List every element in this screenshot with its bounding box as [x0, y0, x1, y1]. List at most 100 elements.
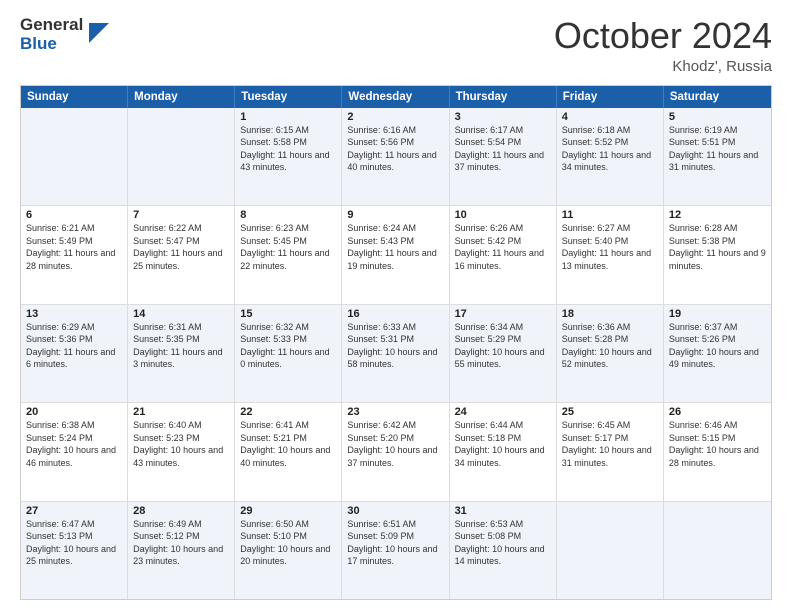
calendar-cell: 24Sunrise: 6:44 AMSunset: 5:18 PMDayligh… — [450, 403, 557, 500]
calendar-cell: 6Sunrise: 6:21 AMSunset: 5:49 PMDaylight… — [21, 206, 128, 303]
calendar-cell: 16Sunrise: 6:33 AMSunset: 5:31 PMDayligh… — [342, 305, 449, 402]
day-number: 16 — [347, 308, 443, 320]
calendar-cell: 3Sunrise: 6:17 AMSunset: 5:54 PMDaylight… — [450, 108, 557, 205]
day-number: 26 — [669, 406, 766, 418]
day-number: 21 — [133, 406, 229, 418]
calendar-cell: 8Sunrise: 6:23 AMSunset: 5:45 PMDaylight… — [235, 206, 342, 303]
day-number: 13 — [26, 308, 122, 320]
day-number: 29 — [240, 505, 336, 517]
cell-info: Sunrise: 6:49 AMSunset: 5:12 PMDaylight:… — [133, 518, 229, 568]
day-number: 3 — [455, 111, 551, 123]
calendar-cell: 10Sunrise: 6:26 AMSunset: 5:42 PMDayligh… — [450, 206, 557, 303]
cal-header-day: Monday — [128, 86, 235, 108]
cell-info: Sunrise: 6:23 AMSunset: 5:45 PMDaylight:… — [240, 222, 336, 272]
calendar-week-row: 1Sunrise: 6:15 AMSunset: 5:58 PMDaylight… — [21, 108, 771, 206]
calendar-cell: 17Sunrise: 6:34 AMSunset: 5:29 PMDayligh… — [450, 305, 557, 402]
cell-info: Sunrise: 6:22 AMSunset: 5:47 PMDaylight:… — [133, 222, 229, 272]
day-number: 11 — [562, 209, 658, 221]
cell-info: Sunrise: 6:15 AMSunset: 5:58 PMDaylight:… — [240, 124, 336, 174]
calendar-cell — [128, 108, 235, 205]
title-block: October 2024 Khodz', Russia — [554, 16, 772, 75]
day-number: 19 — [669, 308, 766, 320]
calendar-cell: 1Sunrise: 6:15 AMSunset: 5:58 PMDaylight… — [235, 108, 342, 205]
cell-info: Sunrise: 6:31 AMSunset: 5:35 PMDaylight:… — [133, 321, 229, 371]
calendar-header: SundayMondayTuesdayWednesdayThursdayFrid… — [21, 86, 771, 108]
cell-info: Sunrise: 6:41 AMSunset: 5:21 PMDaylight:… — [240, 419, 336, 469]
calendar-week-row: 20Sunrise: 6:38 AMSunset: 5:24 PMDayligh… — [21, 403, 771, 501]
cell-info: Sunrise: 6:42 AMSunset: 5:20 PMDaylight:… — [347, 419, 443, 469]
cell-info: Sunrise: 6:17 AMSunset: 5:54 PMDaylight:… — [455, 124, 551, 174]
cell-info: Sunrise: 6:29 AMSunset: 5:36 PMDaylight:… — [26, 321, 122, 371]
calendar-cell: 29Sunrise: 6:50 AMSunset: 5:10 PMDayligh… — [235, 502, 342, 599]
day-number: 23 — [347, 406, 443, 418]
calendar-cell: 12Sunrise: 6:28 AMSunset: 5:38 PMDayligh… — [664, 206, 771, 303]
cell-info: Sunrise: 6:47 AMSunset: 5:13 PMDaylight:… — [26, 518, 122, 568]
calendar-cell: 11Sunrise: 6:27 AMSunset: 5:40 PMDayligh… — [557, 206, 664, 303]
calendar-cell: 28Sunrise: 6:49 AMSunset: 5:12 PMDayligh… — [128, 502, 235, 599]
calendar-cell: 23Sunrise: 6:42 AMSunset: 5:20 PMDayligh… — [342, 403, 449, 500]
cell-info: Sunrise: 6:53 AMSunset: 5:08 PMDaylight:… — [455, 518, 551, 568]
calendar-cell: 21Sunrise: 6:40 AMSunset: 5:23 PMDayligh… — [128, 403, 235, 500]
calendar-cell: 31Sunrise: 6:53 AMSunset: 5:08 PMDayligh… — [450, 502, 557, 599]
day-number: 30 — [347, 505, 443, 517]
cell-info: Sunrise: 6:40 AMSunset: 5:23 PMDaylight:… — [133, 419, 229, 469]
day-number: 18 — [562, 308, 658, 320]
cell-info: Sunrise: 6:45 AMSunset: 5:17 PMDaylight:… — [562, 419, 658, 469]
day-number: 31 — [455, 505, 551, 517]
calendar-cell: 7Sunrise: 6:22 AMSunset: 5:47 PMDaylight… — [128, 206, 235, 303]
day-number: 2 — [347, 111, 443, 123]
cell-info: Sunrise: 6:18 AMSunset: 5:52 PMDaylight:… — [562, 124, 658, 174]
logo-triangle-icon — [89, 23, 109, 43]
day-number: 6 — [26, 209, 122, 221]
cell-info: Sunrise: 6:46 AMSunset: 5:15 PMDaylight:… — [669, 419, 766, 469]
calendar-cell: 2Sunrise: 6:16 AMSunset: 5:56 PMDaylight… — [342, 108, 449, 205]
day-number: 22 — [240, 406, 336, 418]
day-number: 8 — [240, 209, 336, 221]
cell-info: Sunrise: 6:34 AMSunset: 5:29 PMDaylight:… — [455, 321, 551, 371]
day-number: 25 — [562, 406, 658, 418]
cell-info: Sunrise: 6:16 AMSunset: 5:56 PMDaylight:… — [347, 124, 443, 174]
cell-info: Sunrise: 6:24 AMSunset: 5:43 PMDaylight:… — [347, 222, 443, 272]
calendar-cell: 26Sunrise: 6:46 AMSunset: 5:15 PMDayligh… — [664, 403, 771, 500]
logo: General Blue — [20, 16, 109, 53]
day-number: 17 — [455, 308, 551, 320]
day-number: 27 — [26, 505, 122, 517]
day-number: 7 — [133, 209, 229, 221]
calendar-cell: 9Sunrise: 6:24 AMSunset: 5:43 PMDaylight… — [342, 206, 449, 303]
day-number: 4 — [562, 111, 658, 123]
calendar-cell: 20Sunrise: 6:38 AMSunset: 5:24 PMDayligh… — [21, 403, 128, 500]
day-number: 24 — [455, 406, 551, 418]
location: Khodz', Russia — [554, 58, 772, 75]
logo-blue: Blue — [20, 35, 83, 54]
calendar-cell: 27Sunrise: 6:47 AMSunset: 5:13 PMDayligh… — [21, 502, 128, 599]
calendar-cell: 5Sunrise: 6:19 AMSunset: 5:51 PMDaylight… — [664, 108, 771, 205]
calendar-cell — [21, 108, 128, 205]
day-number: 1 — [240, 111, 336, 123]
calendar-cell: 30Sunrise: 6:51 AMSunset: 5:09 PMDayligh… — [342, 502, 449, 599]
cell-info: Sunrise: 6:28 AMSunset: 5:38 PMDaylight:… — [669, 222, 766, 272]
calendar-cell: 13Sunrise: 6:29 AMSunset: 5:36 PMDayligh… — [21, 305, 128, 402]
day-number: 10 — [455, 209, 551, 221]
calendar-week-row: 6Sunrise: 6:21 AMSunset: 5:49 PMDaylight… — [21, 206, 771, 304]
calendar-cell: 4Sunrise: 6:18 AMSunset: 5:52 PMDaylight… — [557, 108, 664, 205]
cell-info: Sunrise: 6:50 AMSunset: 5:10 PMDaylight:… — [240, 518, 336, 568]
day-number: 20 — [26, 406, 122, 418]
cal-header-day: Tuesday — [235, 86, 342, 108]
calendar-cell: 15Sunrise: 6:32 AMSunset: 5:33 PMDayligh… — [235, 305, 342, 402]
cell-info: Sunrise: 6:32 AMSunset: 5:33 PMDaylight:… — [240, 321, 336, 371]
header: General Blue October 2024 Khodz', Russia — [20, 16, 772, 75]
calendar-week-row: 13Sunrise: 6:29 AMSunset: 5:36 PMDayligh… — [21, 305, 771, 403]
calendar-cell — [664, 502, 771, 599]
day-number: 14 — [133, 308, 229, 320]
cell-info: Sunrise: 6:21 AMSunset: 5:49 PMDaylight:… — [26, 222, 122, 272]
cal-header-day: Thursday — [450, 86, 557, 108]
day-number: 9 — [347, 209, 443, 221]
cal-header-day: Wednesday — [342, 86, 449, 108]
cal-header-day: Friday — [557, 86, 664, 108]
page: General Blue October 2024 Khodz', Russia… — [0, 0, 792, 612]
day-number: 5 — [669, 111, 766, 123]
day-number: 15 — [240, 308, 336, 320]
calendar-body: 1Sunrise: 6:15 AMSunset: 5:58 PMDaylight… — [21, 108, 771, 599]
logo-mark: General Blue — [20, 16, 83, 53]
cell-info: Sunrise: 6:33 AMSunset: 5:31 PMDaylight:… — [347, 321, 443, 371]
